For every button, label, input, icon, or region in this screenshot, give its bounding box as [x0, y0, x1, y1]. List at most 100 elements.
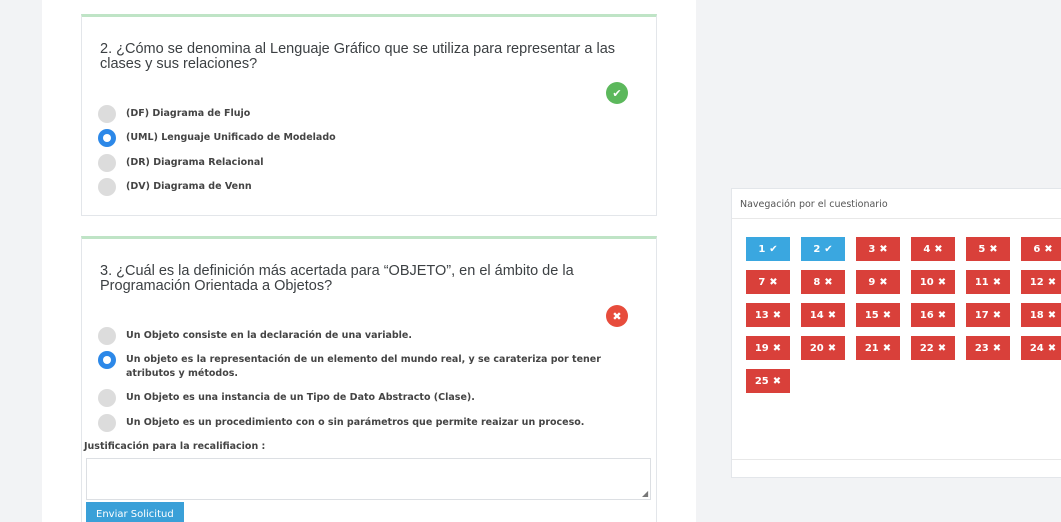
justification-textarea[interactable] — [86, 458, 651, 500]
option-label: (DV) Diagrama de Venn — [126, 181, 252, 192]
question-number: 9 — [868, 276, 876, 288]
question-nav-button[interactable]: 9 ✖ — [856, 270, 900, 294]
x-icon: ✖ — [824, 276, 833, 288]
question-nav-button[interactable]: 24 ✖ — [1021, 336, 1061, 360]
question-number: 22 — [919, 342, 934, 354]
question-nav-button[interactable]: 19 ✖ — [746, 336, 790, 360]
question-nav-button[interactable]: 5 ✖ — [966, 237, 1010, 261]
question-3-option[interactable]: Un Objeto es una instancia de un Tipo de… — [98, 389, 646, 407]
divider — [732, 218, 1061, 219]
question-nav-button[interactable]: 6 ✖ — [1021, 237, 1061, 261]
navigation-title: Navegación por el cuestionario — [740, 199, 888, 210]
question-number: 17 — [974, 309, 989, 321]
x-icon: ✖ — [772, 342, 782, 354]
resize-handle-icon[interactable]: ◢ — [642, 489, 648, 498]
option-label: (UML) Lenguaje Unificado de Modelado — [126, 132, 336, 143]
column-gutter — [682, 0, 696, 522]
x-icon: ✖ — [992, 342, 1002, 354]
x-icon: ✖ — [827, 309, 837, 321]
option-label: Un objeto es la representación de un ele… — [126, 354, 601, 379]
question-nav-button[interactable]: 21 ✖ — [856, 336, 900, 360]
x-icon: ✖ — [1044, 243, 1053, 255]
question-nav-button[interactable]: 23 ✖ — [966, 336, 1010, 360]
question-nav-button[interactable]: 18 ✖ — [1021, 303, 1061, 327]
radio-button-selected[interactable] — [98, 129, 116, 147]
question-number: 3 — [868, 243, 876, 255]
x-icon: ✖ — [772, 375, 782, 387]
question-nav-button[interactable]: 17 ✖ — [966, 303, 1010, 327]
option-label: Un Objeto es un procedimiento con o sin … — [126, 417, 585, 428]
question-number: 18 — [1029, 309, 1044, 321]
x-icon: ✖ — [879, 276, 888, 288]
question-3-option[interactable]: Un Objeto consiste en la declaración de … — [98, 327, 646, 345]
question-3-card: 3. ¿Cuál es la definición más acertada p… — [81, 236, 657, 522]
x-icon: ✖ — [1047, 309, 1057, 321]
x-icon: ✖ — [992, 276, 1002, 288]
x-icon: ✖ — [882, 342, 892, 354]
x-icon: ✖ — [882, 309, 892, 321]
divider — [732, 459, 1061, 460]
question-2-title: 2. ¿Cómo se denomina al Lenguaje Gráfico… — [100, 41, 616, 72]
question-number: 6 — [1033, 243, 1041, 255]
x-icon: ✖ — [937, 276, 947, 288]
question-nav-button[interactable]: 14 ✖ — [801, 303, 845, 327]
question-nav-button[interactable]: 7 ✖ — [746, 270, 790, 294]
question-nav-button[interactable]: 1 ✔ — [746, 237, 790, 261]
check-icon: ✔ — [606, 82, 628, 104]
question-nav-button[interactable]: 2 ✔ — [801, 237, 845, 261]
x-icon: ✖ — [992, 309, 1002, 321]
question-2-option[interactable]: (DV) Diagrama de Venn — [98, 178, 646, 196]
question-nav-button[interactable]: 12 ✖ — [1021, 270, 1061, 294]
radio-button[interactable] — [98, 178, 116, 196]
question-number: 10 — [919, 276, 934, 288]
x-icon: ✖ — [769, 276, 778, 288]
question-nav-button[interactable]: 15 ✖ — [856, 303, 900, 327]
check-icon: ✔ — [769, 243, 778, 255]
question-number: 20 — [809, 342, 824, 354]
check-icon: ✔ — [824, 243, 833, 255]
option-label: Un Objeto es una instancia de un Tipo de… — [126, 392, 475, 403]
radio-button[interactable] — [98, 389, 116, 407]
question-nav-button[interactable]: 13 ✖ — [746, 303, 790, 327]
radio-button[interactable] — [98, 154, 116, 172]
question-nav-button[interactable]: 22 ✖ — [911, 336, 955, 360]
question-nav-button[interactable]: 11 ✖ — [966, 270, 1010, 294]
question-nav-button[interactable]: 3 ✖ — [856, 237, 900, 261]
question-2-option[interactable]: (UML) Lenguaje Unificado de Modelado — [98, 129, 646, 147]
radio-button[interactable] — [98, 105, 116, 123]
question-number: 19 — [754, 342, 769, 354]
question-nav-button[interactable]: 16 ✖ — [911, 303, 955, 327]
question-number: 5 — [978, 243, 986, 255]
question-nav-button[interactable]: 4 ✖ — [911, 237, 955, 261]
question-nav-button[interactable]: 8 ✖ — [801, 270, 845, 294]
question-number: 11 — [974, 276, 989, 288]
question-number: 8 — [813, 276, 821, 288]
x-icon: ✖ — [606, 305, 628, 327]
question-nav-button[interactable]: 25 ✖ — [746, 369, 790, 393]
question-2-card: 2. ¿Cómo se denomina al Lenguaje Gráfico… — [81, 14, 657, 216]
question-3-option[interactable]: Un Objeto es un procedimiento con o sin … — [98, 414, 646, 432]
radio-button[interactable] — [98, 327, 116, 345]
x-icon: ✖ — [989, 243, 998, 255]
question-number: 14 — [809, 309, 824, 321]
option-label: (DF) Diagrama de Flujo — [126, 108, 251, 119]
question-nav-button[interactable]: 10 ✖ — [911, 270, 955, 294]
radio-button[interactable] — [98, 414, 116, 432]
radio-button-selected[interactable] — [98, 351, 116, 369]
x-icon: ✖ — [934, 243, 943, 255]
question-3-option[interactable]: Un objeto es la representación de un ele… — [98, 351, 646, 381]
question-number: 13 — [754, 309, 769, 321]
question-number: 21 — [864, 342, 879, 354]
send-request-button[interactable]: Enviar Solicitud — [86, 502, 184, 522]
x-icon: ✖ — [827, 342, 837, 354]
question-number: 1 — [758, 243, 766, 255]
question-2-option[interactable]: (DF) Diagrama de Flujo — [98, 105, 646, 123]
question-number: 15 — [864, 309, 879, 321]
question-number: 25 — [754, 375, 769, 387]
question-nav-button[interactable]: 20 ✖ — [801, 336, 845, 360]
question-number: 12 — [1029, 276, 1044, 288]
x-icon: ✖ — [937, 342, 947, 354]
question-2-option[interactable]: (DR) Diagrama Relacional — [98, 154, 646, 172]
question-number: 24 — [1029, 342, 1044, 354]
option-label: Un Objeto consiste en la declaración de … — [126, 330, 412, 341]
